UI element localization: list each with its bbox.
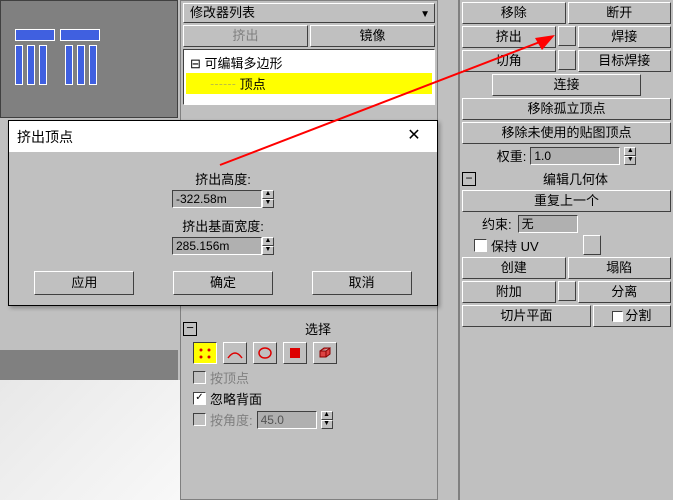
vertex-subobj-icon[interactable] — [193, 342, 217, 364]
selection-header: 选择 — [201, 319, 435, 338]
angle-input — [257, 411, 317, 429]
chamfer-settings-button[interactable] — [558, 50, 576, 70]
chamfer-button[interactable]: 切角 — [462, 50, 556, 72]
mesh-object — [0, 380, 180, 500]
remove-isolated-button[interactable]: 移除孤立顶点 — [462, 98, 671, 120]
spin-down-icon[interactable]: ▼ — [262, 246, 274, 255]
edit-vertices-panel: 移除 断开 挤出 焊接 切角 目标焊接 连接 移除孤立顶点 移除未使用的贴图顶点… — [458, 0, 673, 500]
by-angle-checkbox — [193, 413, 206, 426]
extrude-settings-button[interactable] — [558, 26, 576, 46]
keep-uv-settings-button[interactable] — [583, 235, 601, 255]
spin-down-icon[interactable]: ▼ — [624, 156, 636, 165]
edge-subobj-icon[interactable] — [223, 342, 247, 364]
keep-uv-checkbox[interactable] — [474, 239, 487, 252]
break-button[interactable]: 断开 — [568, 2, 672, 24]
detach-button[interactable]: 分离 — [578, 281, 672, 303]
dialog-title: 挤出顶点 — [17, 127, 399, 147]
modifier-list-combo[interactable]: 修改器列表 — [183, 3, 435, 23]
mirror-modifier-button[interactable]: 镜像 — [310, 25, 435, 47]
remove-unused-map-button[interactable]: 移除未使用的贴图顶点 — [462, 122, 671, 144]
keep-uv-label: 保持 UV — [491, 236, 539, 255]
split-button[interactable]: 分割 — [593, 305, 671, 327]
create-button[interactable]: 创建 — [462, 257, 566, 279]
weight-input[interactable] — [530, 147, 620, 165]
extrude-button[interactable]: 挤出 — [462, 26, 556, 48]
by-vertex-label: 按顶点 — [210, 368, 249, 387]
collapse-icon[interactable]: − — [462, 172, 476, 186]
spin-up-icon: ▲ — [321, 411, 333, 420]
spin-up-icon[interactable]: ▲ — [262, 190, 274, 199]
extrude-height-input[interactable] — [172, 190, 262, 208]
spin-up-icon[interactable]: ▲ — [624, 147, 636, 156]
border-subobj-icon[interactable] — [253, 342, 277, 364]
element-subobj-icon[interactable] — [313, 342, 337, 364]
cancel-button[interactable]: 取消 — [312, 271, 412, 295]
repeat-last-button[interactable]: 重复上一个 — [462, 190, 671, 212]
weight-label: 权重: — [497, 146, 527, 165]
collapse-button[interactable]: 塌陷 — [568, 257, 672, 279]
ok-button[interactable]: 确定 — [173, 271, 273, 295]
viewport-geometry — [5, 21, 175, 99]
viewport-top[interactable] — [0, 0, 178, 118]
weld-button[interactable]: 焊接 — [578, 26, 672, 48]
extrude-height-label: 挤出高度: — [19, 169, 427, 188]
collapse-icon[interactable]: − — [183, 322, 197, 336]
modifier-stack[interactable]: 可编辑多边形 顶点 — [183, 49, 435, 105]
extrude-width-input[interactable] — [172, 237, 262, 255]
slice-plane-button[interactable]: 切片平面 — [462, 305, 591, 327]
constraint-label: 约束: — [482, 214, 512, 233]
extrude-width-label: 挤出基面宽度: — [19, 216, 427, 235]
spin-down-icon[interactable]: ▼ — [262, 199, 274, 208]
attach-button[interactable]: 附加 — [462, 281, 556, 303]
extrude-vertex-dialog: 挤出顶点 ✕ 挤出高度: ▲▼ 挤出基面宽度: ▲▼ 应用 确定 取消 — [8, 120, 438, 306]
ignore-backface-checkbox[interactable]: ✓ — [193, 392, 206, 405]
polygon-subobj-icon[interactable] — [283, 342, 307, 364]
remove-button[interactable]: 移除 — [462, 2, 566, 24]
close-icon[interactable]: ✕ — [399, 125, 429, 149]
edit-geometry-header: 编辑几何体 — [480, 169, 671, 188]
apply-button[interactable]: 应用 — [34, 271, 134, 295]
attach-settings-button[interactable] — [558, 281, 576, 301]
dialog-titlebar[interactable]: 挤出顶点 ✕ — [9, 121, 437, 153]
spin-down-icon: ▼ — [321, 420, 333, 429]
spin-up-icon[interactable]: ▲ — [262, 237, 274, 246]
extrude-modifier-button[interactable]: 挤出 — [183, 25, 308, 47]
tree-item-root[interactable]: 可编辑多边形 — [186, 52, 432, 73]
tree-item-vertex[interactable]: 顶点 — [186, 73, 432, 94]
by-angle-label: 按角度: — [210, 410, 253, 429]
selection-section: − 选择 按顶点 ✓ 忽略背面 — [181, 317, 437, 433]
ignore-backface-label: 忽略背面 — [210, 389, 262, 408]
target-weld-button[interactable]: 目标焊接 — [578, 50, 672, 72]
constraint-combo[interactable] — [518, 215, 578, 233]
connect-button[interactable]: 连接 — [492, 74, 641, 96]
by-vertex-checkbox — [193, 371, 206, 384]
